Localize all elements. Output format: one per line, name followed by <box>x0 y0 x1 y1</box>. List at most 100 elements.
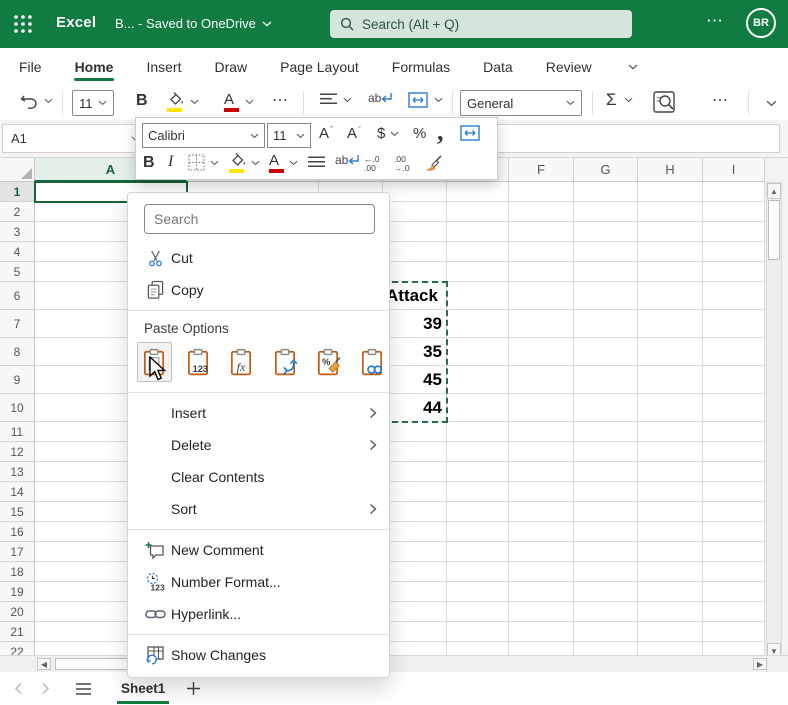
tab-view[interactable]: Review <box>545 50 593 84</box>
row-header-5[interactable]: 5 <box>0 262 35 282</box>
increase-decimal-button[interactable]: .00 →.0 <box>394 155 410 173</box>
row-header-7[interactable]: 7 <box>0 310 35 338</box>
tab-draw[interactable]: Draw <box>213 50 248 84</box>
row-header-4[interactable]: 4 <box>0 242 35 262</box>
tab-insert[interactable]: Insert <box>145 50 182 84</box>
shrink-font-button[interactable]: Aˇ <box>347 125 361 142</box>
column-header-H[interactable]: H <box>638 158 703 182</box>
row-header-8[interactable]: 8 <box>0 338 35 366</box>
mini-merge-button[interactable] <box>460 125 480 141</box>
mini-wrap-text-button[interactable]: ab <box>335 153 360 167</box>
row-header-2[interactable]: 2 <box>0 202 35 222</box>
mini-font-size-select[interactable]: 11 <box>267 123 311 148</box>
row-header-18[interactable]: 18 <box>0 562 35 582</box>
font-group-more-icon[interactable]: ⋯ <box>272 90 289 110</box>
tab-review[interactable]: Data <box>482 50 514 84</box>
row-header-16[interactable]: 16 <box>0 522 35 542</box>
menu-item-sort[interactable]: Sort <box>128 493 389 525</box>
paste-transpose-button[interactable] <box>268 342 303 382</box>
row-header-11[interactable]: 11 <box>0 422 35 442</box>
menu-item-insert[interactable]: Insert <box>128 397 389 429</box>
autosum-button[interactable]: Σ <box>606 90 633 110</box>
row-header-20[interactable]: 20 <box>0 602 35 622</box>
paste-link-button[interactable] <box>355 342 390 382</box>
spreadsheet-grid[interactable]: ABCDEFGHI1234567891011121314151617181920… <box>0 158 788 655</box>
number-format-select[interactable]: General <box>460 90 582 116</box>
scroll-left-icon[interactable]: ◀ <box>37 658 51 670</box>
menu-item-number-format[interactable]: 123Number Format... <box>128 566 389 598</box>
row-header-3[interactable]: 3 <box>0 222 35 242</box>
find-button[interactable] <box>652 90 676 114</box>
menu-item-show-changes[interactable]: Show Changes <box>128 639 389 671</box>
row-header-10[interactable]: 10 <box>0 394 35 422</box>
mini-bold-button[interactable]: B <box>143 154 155 172</box>
mini-font-name-select[interactable]: Calibri <box>142 123 265 148</box>
row-header-1[interactable]: 1 <box>0 182 35 202</box>
menu-item-copy[interactable]: Copy <box>128 274 389 306</box>
vertical-scroll-thumb[interactable] <box>768 200 780 260</box>
column-header-G[interactable]: G <box>574 158 638 182</box>
menu-item-hyperlink[interactable]: Hyperlink... <box>128 598 389 630</box>
undo-button[interactable] <box>20 92 53 109</box>
prev-sheet-icon[interactable] <box>14 682 23 695</box>
mini-fill-color-button[interactable] <box>229 152 260 173</box>
wrap-text-button[interactable]: ab <box>368 91 393 105</box>
row-header-14[interactable]: 14 <box>0 482 35 502</box>
horizontal-scrollbar[interactable]: ◀ ▶ <box>0 655 788 672</box>
mini-align-button[interactable] <box>308 156 325 169</box>
row-header-9[interactable]: 9 <box>0 366 35 394</box>
select-all-corner[interactable] <box>0 158 35 182</box>
menu-item-delete[interactable]: Delete <box>128 429 389 461</box>
column-header-I[interactable]: I <box>703 158 765 182</box>
row-header-12[interactable]: 12 <box>0 442 35 462</box>
decrease-decimal-button[interactable]: ←.0 .00 <box>364 155 380 173</box>
document-title[interactable]: B... - Saved to OneDrive <box>115 16 272 31</box>
font-color-button[interactable]: A <box>224 91 254 112</box>
tab-formulas[interactable]: Formulas <box>391 50 451 84</box>
row-header-15[interactable]: 15 <box>0 502 35 522</box>
add-sheet-icon[interactable] <box>187 682 200 695</box>
mini-italic-button[interactable]: I <box>168 153 173 171</box>
format-painter-button[interactable] <box>424 153 444 172</box>
sheet-tab-sheet1[interactable]: Sheet1 <box>117 675 169 702</box>
ribbon-tabs-overflow-icon[interactable] <box>628 64 638 70</box>
paste-formatting-button[interactable]: % <box>311 342 346 382</box>
menu-item-cut[interactable]: Cut <box>128 242 389 274</box>
row-header-13[interactable]: 13 <box>0 462 35 482</box>
scroll-right-icon[interactable]: ▶ <box>753 658 767 670</box>
paste-formulas-button[interactable]: fx <box>224 342 259 382</box>
mini-font-color-button[interactable]: A <box>269 152 298 173</box>
scroll-up-icon[interactable]: ▲ <box>767 183 781 199</box>
collapse-ribbon-icon[interactable] <box>766 100 777 107</box>
app-name[interactable]: Excel <box>56 14 96 31</box>
topbar-more-icon[interactable]: ⋯ <box>706 11 724 31</box>
comma-format-button[interactable]: , <box>437 117 444 147</box>
tab-file[interactable]: File <box>18 50 43 84</box>
align-button[interactable] <box>320 93 352 106</box>
fill-color-button[interactable] <box>167 91 199 112</box>
tab-home[interactable]: Home <box>74 50 115 84</box>
row-header-21[interactable]: 21 <box>0 622 35 642</box>
next-sheet-icon[interactable] <box>41 682 50 695</box>
font-size-select[interactable]: 11 <box>72 90 114 116</box>
menu-item-new-comment[interactable]: New Comment <box>128 534 389 566</box>
borders-button[interactable] <box>188 154 219 171</box>
currency-format-button[interactable]: $ <box>377 125 399 142</box>
row-header-17[interactable]: 17 <box>0 542 35 562</box>
app-launcher-icon[interactable] <box>13 14 33 34</box>
toolbar-more-icon[interactable]: ⋯ <box>712 90 729 110</box>
tab-page-layout[interactable]: Page Layout <box>279 50 360 84</box>
vertical-scrollbar[interactable]: ▲ ▼ <box>766 182 782 660</box>
avatar[interactable]: BR <box>746 8 776 38</box>
menu-item-clear-contents[interactable]: Clear Contents <box>128 461 389 493</box>
name-box[interactable]: A1 <box>2 124 148 153</box>
paste-values-button[interactable]: 123 <box>181 342 216 382</box>
search-input[interactable]: Search (Alt + Q) <box>330 10 632 38</box>
percent-format-button[interactable]: % <box>413 125 426 142</box>
column-header-F[interactable]: F <box>509 158 574 182</box>
merge-button[interactable] <box>408 92 443 108</box>
row-header-22[interactable]: 22 <box>0 642 35 655</box>
grow-font-button[interactable]: Aˆ <box>319 125 333 142</box>
context-menu-search-input[interactable] <box>144 204 375 234</box>
row-header-19[interactable]: 19 <box>0 582 35 602</box>
